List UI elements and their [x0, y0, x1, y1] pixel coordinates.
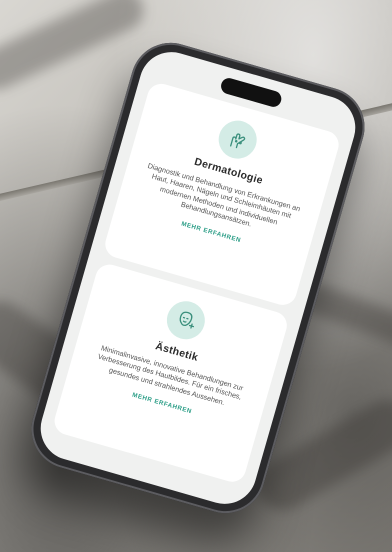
- face-sparkle-icon: [162, 296, 210, 344]
- hand-icon: [214, 116, 262, 164]
